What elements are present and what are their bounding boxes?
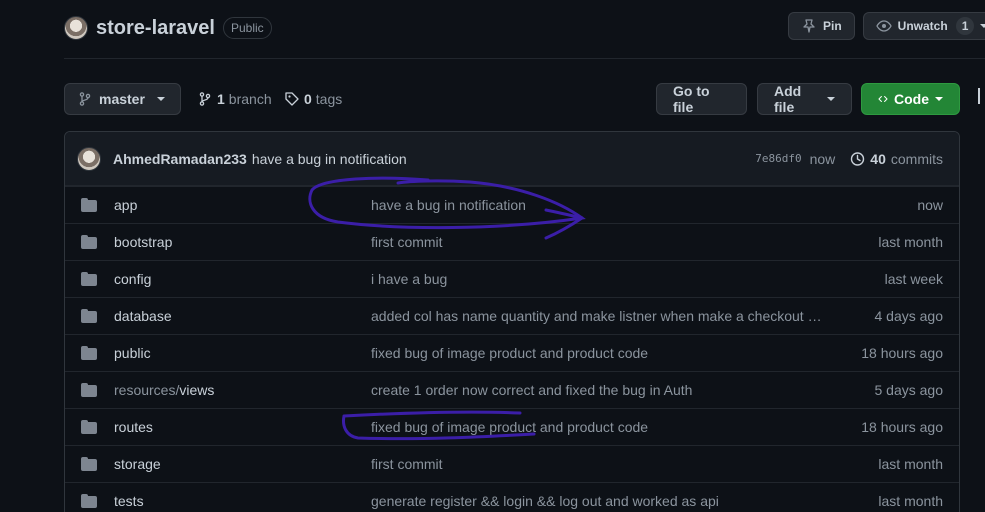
file-age: last month bbox=[878, 234, 943, 250]
commits-link[interactable]: 40 commits bbox=[849, 151, 943, 167]
file-age: 4 days ago bbox=[874, 308, 944, 324]
branch-name: master bbox=[99, 91, 145, 107]
commits-label: commits bbox=[890, 150, 943, 167]
tags-count: 0 bbox=[304, 91, 312, 107]
file-age: 18 hours ago bbox=[861, 345, 943, 361]
file-row[interactable]: public fixed bug of image product and pr… bbox=[65, 334, 959, 371]
latest-commit-row: AhmedRamadan233 have a bug in notificati… bbox=[65, 132, 959, 186]
file-row[interactable]: tests generate register && login && log … bbox=[65, 482, 959, 512]
file-name-leaf: views bbox=[179, 382, 215, 398]
file-row[interactable]: bootstrap first commit last month bbox=[65, 223, 959, 260]
add-file-button[interactable]: Add file bbox=[757, 83, 852, 115]
repo-header: store-laravel Public bbox=[64, 12, 272, 44]
go-to-file-label: Go to file bbox=[673, 83, 710, 115]
history-icon bbox=[851, 151, 865, 166]
folder-icon bbox=[81, 346, 97, 360]
file-row[interactable]: app have a bug in notification now bbox=[65, 186, 959, 223]
unwatch-button[interactable]: Unwatch 1 bbox=[862, 12, 985, 40]
file-row[interactable]: database added col has name quantity and… bbox=[65, 297, 959, 334]
commit-time: now bbox=[809, 150, 836, 167]
repo-name[interactable]: store-laravel bbox=[96, 17, 215, 40]
add-file-label: Add file bbox=[774, 83, 802, 115]
folder-icon bbox=[81, 235, 97, 249]
file-commit-message[interactable]: create 1 order now correct and fixed the… bbox=[371, 382, 823, 398]
owner-avatar[interactable] bbox=[64, 16, 88, 40]
file-commit-message[interactable]: generate register && login && log out an… bbox=[371, 493, 823, 509]
file-name[interactable]: app bbox=[114, 197, 371, 213]
file-commit-message[interactable]: added col has name quantity and make lis… bbox=[371, 308, 823, 324]
chevron-down-icon bbox=[156, 97, 165, 101]
file-commit-message[interactable]: first commit bbox=[371, 234, 823, 250]
branch-select-button[interactable]: master bbox=[64, 83, 181, 115]
code-label: Code bbox=[894, 91, 929, 107]
header-actions: Pin Unwatch 1 bbox=[788, 12, 985, 40]
unwatch-label: Unwatch bbox=[897, 19, 948, 33]
header-divider bbox=[64, 58, 985, 59]
sidebar-edge bbox=[978, 88, 985, 104]
file-name[interactable]: config bbox=[114, 271, 371, 287]
file-commit-message[interactable]: have a bug in notification bbox=[371, 197, 823, 213]
pin-button[interactable]: Pin bbox=[788, 12, 855, 40]
go-to-file-button[interactable]: Go to file bbox=[656, 83, 747, 115]
folder-icon bbox=[81, 272, 97, 286]
code-button[interactable]: Code bbox=[861, 83, 960, 115]
file-list: AhmedRamadan233 have a bug in notificati… bbox=[64, 131, 960, 512]
file-name-prefix: resources/ bbox=[114, 382, 180, 398]
file-name[interactable]: bootstrap bbox=[114, 234, 371, 250]
folder-icon bbox=[81, 420, 97, 434]
watch-count: 1 bbox=[955, 17, 975, 35]
file-name[interactable]: resources/views bbox=[114, 382, 371, 398]
file-commit-message[interactable]: fixed bug of image product and product c… bbox=[371, 419, 823, 435]
folder-icon bbox=[81, 309, 97, 323]
file-age: last month bbox=[878, 456, 943, 472]
folder-icon bbox=[81, 383, 97, 397]
commit-message[interactable]: have a bug in notification bbox=[252, 151, 407, 167]
file-age: 18 hours ago bbox=[861, 419, 943, 435]
file-name[interactable]: database bbox=[114, 308, 371, 324]
commit-meta: 7e86df0 now 40 commits bbox=[755, 151, 943, 167]
file-navigation-bar: master 1 branch 0 tags Go to file Add fi… bbox=[64, 83, 960, 115]
folder-icon bbox=[81, 494, 97, 508]
file-age: now bbox=[917, 197, 943, 213]
file-row[interactable]: config i have a bug last week bbox=[65, 260, 959, 297]
file-age: 5 days ago bbox=[874, 382, 944, 398]
commit-sha[interactable]: 7e86df0 bbox=[755, 152, 801, 165]
tags-label: tags bbox=[315, 91, 343, 107]
chevron-down-icon bbox=[827, 97, 835, 101]
file-name[interactable]: public bbox=[114, 345, 371, 361]
folder-icon bbox=[81, 457, 97, 471]
file-commit-message[interactable]: fixed bug of image product and product c… bbox=[371, 345, 823, 361]
pin-label: Pin bbox=[823, 19, 842, 33]
file-name[interactable]: storage bbox=[114, 456, 371, 472]
commit-author[interactable]: AhmedRamadan233 bbox=[113, 151, 247, 167]
branches-link[interactable]: 1 branch bbox=[197, 83, 272, 115]
chevron-down-icon bbox=[980, 24, 985, 28]
commit-count: 40 bbox=[870, 150, 886, 167]
file-age: last month bbox=[878, 493, 943, 509]
pin-icon bbox=[803, 19, 815, 33]
tag-icon bbox=[285, 92, 299, 106]
tags-link[interactable]: 0 tags bbox=[284, 83, 342, 115]
file-age: last week bbox=[884, 271, 943, 287]
code-icon bbox=[878, 96, 888, 102]
file-commit-message[interactable]: first commit bbox=[371, 456, 823, 472]
visibility-badge: Public bbox=[222, 17, 272, 39]
file-name[interactable]: tests bbox=[114, 493, 371, 509]
author-avatar[interactable] bbox=[77, 146, 101, 171]
file-commit-message[interactable]: i have a bug bbox=[371, 271, 823, 287]
branches-label: branch bbox=[228, 91, 272, 107]
branches-count: 1 bbox=[217, 91, 225, 107]
file-row[interactable]: storage first commit last month bbox=[65, 445, 959, 482]
eye-icon bbox=[875, 20, 892, 32]
chevron-down-icon bbox=[935, 97, 943, 101]
file-row[interactable]: resources/views create 1 order now corre… bbox=[65, 371, 959, 408]
file-name[interactable]: routes bbox=[114, 419, 371, 435]
git-branch-icon bbox=[199, 92, 211, 106]
git-branch-icon bbox=[79, 92, 91, 106]
file-row[interactable]: routes fixed bug of image product and pr… bbox=[65, 408, 959, 445]
folder-icon bbox=[81, 198, 97, 212]
